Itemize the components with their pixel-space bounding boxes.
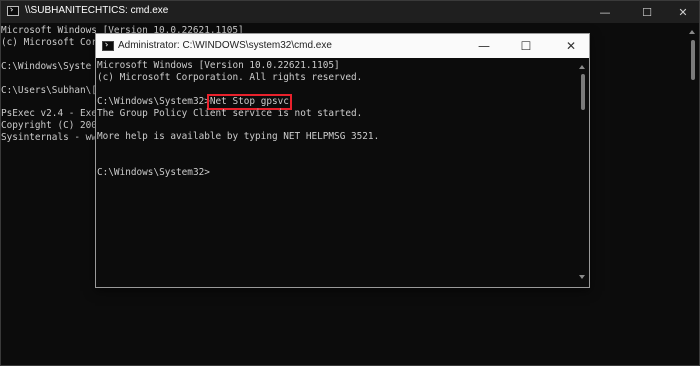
scrollbar-thumb[interactable] <box>581 74 585 110</box>
background-titlebar[interactable]: \\SUBHANITECHTICS: cmd.exe — ☐ ✕ <box>1 1 699 23</box>
console-line: C:\Users\Subhan\[ <box>1 84 97 96</box>
close-button[interactable]: ✕ <box>556 34 586 58</box>
console-line: PsExec v2.4 - Exe <box>1 108 97 120</box>
minimize-button[interactable]: — <box>591 1 619 23</box>
scroll-up-arrow-icon[interactable] <box>689 30 695 34</box>
admin-titlebar[interactable]: Administrator: C:\WINDOWS\system32\cmd.e… <box>96 34 589 58</box>
console-line: Copyright (C) 200 <box>1 120 97 132</box>
maximize-button[interactable]: ☐ <box>633 1 661 23</box>
scroll-down-arrow-icon[interactable] <box>579 275 585 279</box>
scrollbar-thumb[interactable] <box>691 40 695 80</box>
prompt-text: C:\Windows\System32> <box>97 95 210 107</box>
console-line: (c) Microsoft Corporation. All rights re… <box>97 71 363 83</box>
background-window-title: \\SUBHANITECHTICS: cmd.exe <box>25 5 169 16</box>
cmd-app-icon <box>7 6 19 16</box>
close-button[interactable]: ✕ <box>669 1 697 23</box>
scroll-up-arrow-icon[interactable] <box>579 65 585 69</box>
admin-console-output[interactable]: Microsoft Windows [Version 10.0.22621.11… <box>97 60 379 179</box>
admin-cmd-window[interactable]: Administrator: C:\WINDOWS\system32\cmd.e… <box>95 33 590 288</box>
admin-window-title: Administrator: C:\WINDOWS\system32\cmd.e… <box>118 40 332 51</box>
console-line: Microsoft Windows [Version 10.0.22621.11… <box>97 60 340 71</box>
maximize-button[interactable]: ☐ <box>511 34 541 58</box>
console-line: More help is available by typing NET HEL… <box>97 131 380 143</box>
prompt-text: C:\Windows\System32> <box>97 167 210 179</box>
console-line: C:\Windows\Syste <box>1 60 92 72</box>
console-line: The Group Policy Client service is not s… <box>97 107 363 119</box>
highlighted-command: Net Stop gpsvc <box>206 93 292 110</box>
cmd-app-icon <box>102 41 114 51</box>
minimize-button[interactable]: — <box>469 34 499 58</box>
console-line: Sysinternals - ww <box>1 132 97 144</box>
console-line: (c) Microsoft Cor <box>1 36 97 48</box>
